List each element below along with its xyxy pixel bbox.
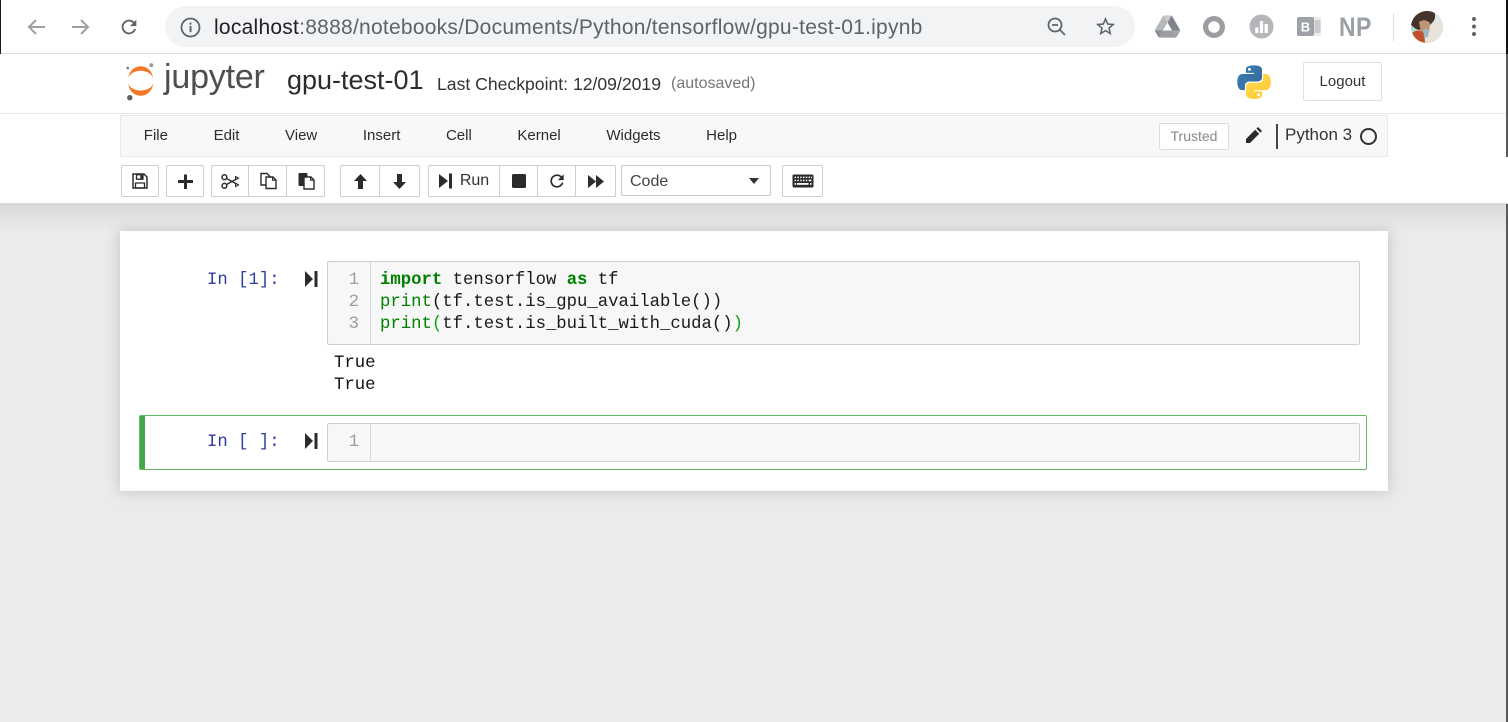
svg-text:B: B bbox=[1301, 20, 1310, 35]
